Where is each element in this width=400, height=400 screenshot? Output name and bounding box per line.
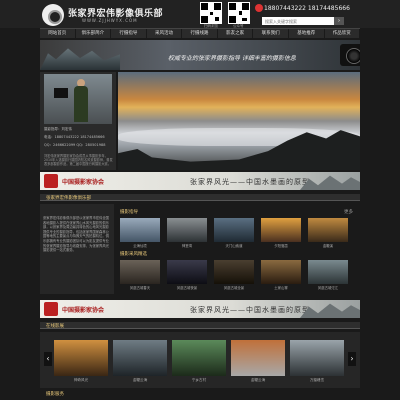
gallery-image[interactable]: [231, 340, 285, 376]
profile-qq: QQ：2466622099 QQ：280501988: [44, 143, 106, 147]
club-intro: 张家界宏伟影像俱乐部是以张家界市宏伟全国各地摄影人提供在张家界山水风光摄影的俱乐…: [40, 204, 114, 294]
association-seal-icon: [44, 302, 58, 316]
guide-thumb[interactable]: [214, 218, 254, 242]
profile-phone: 电话：18807443222 18174485666: [44, 135, 105, 139]
gallery-image[interactable]: [172, 340, 226, 376]
tips-thumb[interactable]: [261, 260, 301, 284]
gallery-caption: 金鞭云海: [132, 378, 148, 382]
gallery-caption: 宁乡古村: [191, 378, 207, 382]
profile-name: 摄影指导：刘宏伟: [44, 127, 72, 131]
ad-org-name: 中国摄影家协会: [62, 179, 105, 186]
photographer-profile: 摄影指导：刘宏伟 电话：18807443222 18174485666 QQ：2…: [40, 72, 116, 170]
wechat-qr-icon: [228, 2, 250, 24]
banner-mountain-image: [40, 48, 120, 70]
gallery-caption: 神奇风光: [73, 378, 89, 382]
main-nav: 网站首页 俱乐部简介 行摄指导 采风活动 行摄线路 影友之家 联系我们 基地推荐…: [40, 28, 361, 38]
ad-slogan: 张家界风光——中国水墨画的原型: [190, 306, 310, 314]
association-ad-banner-2[interactable]: 中国摄影家协会 张家界风光——中国水墨画的原型: [40, 300, 360, 318]
club-logo-icon[interactable]: [42, 4, 64, 26]
gallery-next-arrow-icon[interactable]: ›: [348, 352, 356, 366]
photographer-photo: [44, 74, 112, 124]
site-header: 张家界宏伟影像俱乐部 WWW.ZJJHWYX.COM 扫码浏览 公众号 1880…: [0, 0, 400, 28]
intro-title[interactable]: 张家界宏伟影像俱乐部: [46, 195, 91, 201]
tips-caption: 土家山寨: [274, 286, 288, 290]
guide-thumb[interactable]: [261, 218, 301, 242]
phone-icon: [255, 4, 263, 12]
ad-slogan: 张家界风光——中国水墨画的原型: [190, 178, 310, 186]
nav-bases[interactable]: 基地推荐: [289, 29, 325, 38]
nav-routes[interactable]: 行摄线路: [182, 29, 218, 38]
guide-caption: 云海仙境: [133, 244, 147, 248]
banner-slogan: 权威专业的张家界摄影指导 详细丰富的摄影信息: [168, 55, 296, 62]
nav-guide[interactable]: 行摄指导: [111, 29, 147, 38]
gallery-image[interactable]: [54, 340, 108, 376]
hero-landscape-image[interactable]: [118, 72, 360, 170]
footer-section-title[interactable]: 摄影服务: [46, 391, 64, 397]
guide-caption: 金鞭溪: [322, 244, 334, 248]
section-divider: [40, 322, 360, 329]
tips-caption: 凤凰古城春天: [129, 286, 151, 290]
gallery-title[interactable]: 在线影展: [46, 323, 64, 329]
association-seal-icon: [44, 174, 58, 188]
association-ad-banner[interactable]: 中国摄影家协会 张家界风光——中国水墨画的原型: [40, 172, 360, 190]
gallery-caption: 万壑峰峦: [309, 378, 325, 382]
nav-activities[interactable]: 采风活动: [147, 29, 183, 38]
guide-caption: 天门山索道: [225, 244, 243, 248]
tips-thumb[interactable]: [308, 260, 348, 284]
site-url: WWW.ZJJHWYX.COM: [82, 18, 138, 23]
tips-thumb[interactable]: [167, 260, 207, 284]
guide-thumb[interactable]: [120, 218, 160, 242]
tips-caption: 凤凰古城全景: [223, 286, 245, 290]
qr-code-icon: [200, 2, 222, 24]
nav-contact[interactable]: 联系我们: [253, 29, 289, 38]
top-banner: 权威专业的张家界摄影指导 详细丰富的摄影信息: [40, 40, 360, 70]
nav-gallery[interactable]: 作品欣赏: [325, 29, 361, 38]
tips-thumb[interactable]: [214, 260, 254, 284]
tips-caption: 凤凰古城夜景: [176, 286, 198, 290]
tips-caption: 凤凰古城沱江: [317, 286, 339, 290]
gallery-image[interactable]: [290, 340, 344, 376]
guide-thumb[interactable]: [167, 218, 207, 242]
tips-thumb[interactable]: [120, 260, 160, 284]
nav-home[interactable]: 网站首页: [40, 29, 76, 38]
search-input[interactable]: [262, 17, 334, 25]
ad-org-name: 中国摄影家协会: [62, 307, 105, 314]
guide-caption: 夕阳落霞: [274, 244, 288, 248]
guide-thumb[interactable]: [308, 218, 348, 242]
guide-title[interactable]: 摄影指导: [120, 209, 138, 215]
guide-more-link[interactable]: 更多: [344, 209, 353, 215]
nav-about[interactable]: 俱乐部简介: [76, 29, 112, 38]
profile-description: 刘宏伟张家界摄影家协会成员从事摄影多年，2010年入选摄影行摄国内知名风景摄影师…: [44, 154, 113, 166]
nav-friends[interactable]: 影友之家: [218, 29, 254, 38]
tips-title[interactable]: 摄影采风精选: [120, 251, 147, 257]
gallery-image[interactable]: [113, 340, 167, 376]
gallery-caption: 金鞭云海: [250, 378, 266, 382]
intro-text: 张家界宏伟影像俱乐部是以张家界市宏伟全国各地摄影人提供在张家界山水风光摄影的俱乐…: [43, 216, 109, 253]
gallery-prev-arrow-icon[interactable]: ‹: [44, 352, 52, 366]
search-button[interactable]: ›: [334, 17, 344, 25]
camera-icon: [340, 44, 360, 66]
guide-caption: 神堂湾: [181, 244, 193, 248]
phone-number: 18807443222 18174485666: [264, 5, 350, 12]
